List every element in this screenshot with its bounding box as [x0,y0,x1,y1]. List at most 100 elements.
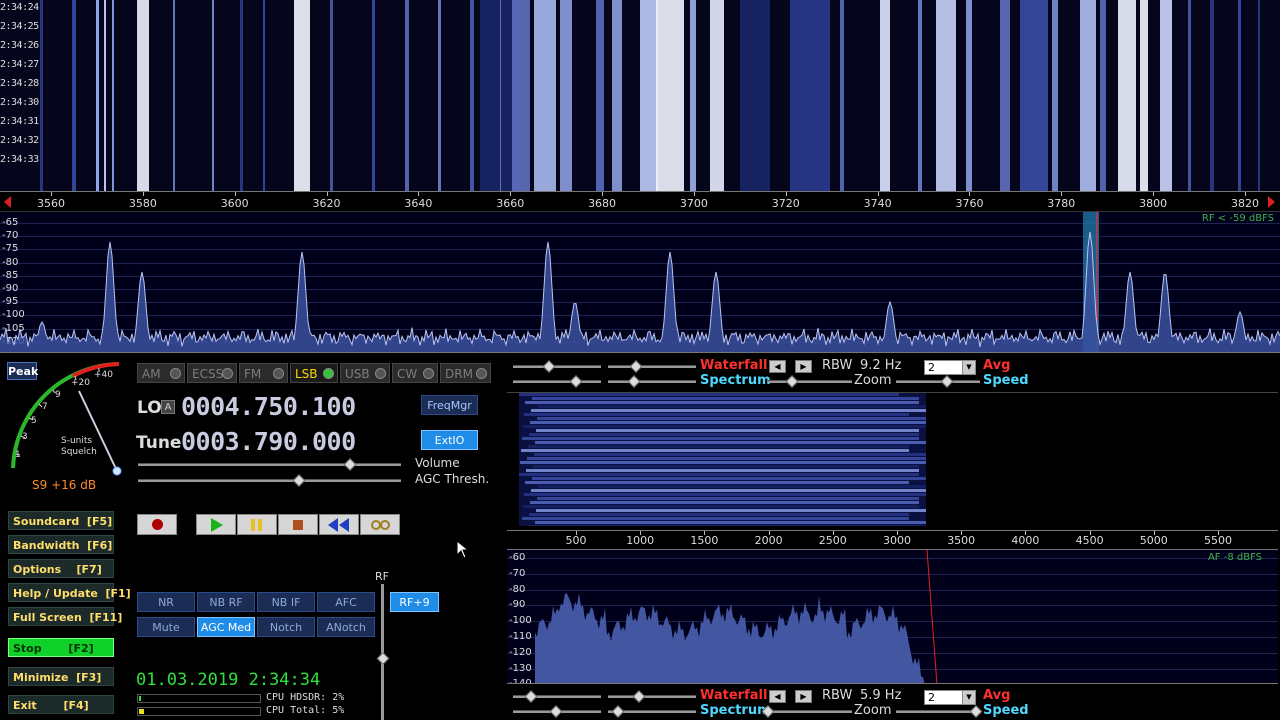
audio2-waterfall-brightness-slider[interactable] [608,695,696,698]
mode-indicator-led-icon [476,368,487,379]
volume-slider[interactable] [138,463,401,466]
rewind-button[interactable] [319,514,359,535]
waterfall-streak [438,0,441,191]
frequency-tick-mark [1245,192,1246,196]
rbw2-decrease-button[interactable]: ◀ [769,690,786,703]
mode-button-drm[interactable]: DRM [440,363,491,383]
agc-threshold-knob[interactable] [292,474,306,487]
audio-spectrum-contrast-slider[interactable] [513,380,601,383]
audio2-spectrum-brightness-knob[interactable] [611,705,625,718]
frequency-tick-mark [51,192,52,196]
waterfall-streak [560,0,572,191]
audio-spectrum[interactable]: -60 -70 -80 -90 -100 -110 -120 -130 -140 AF -8 d… [507,549,1278,684]
waterfall-streak [173,0,175,191]
rf-spectrum[interactable]: -65 -70 -75 -80 -85 -90 -95 -100 -105 -110 RF < -… [0,212,1280,353]
audio-waterfall-brightness-knob[interactable] [629,360,643,373]
audio-zoom-slider[interactable] [768,380,852,383]
help-update-button[interactable]: Help / Update [F1] [8,583,131,602]
record-button[interactable] [137,514,177,535]
audio-waterfall-contrast-knob[interactable] [542,360,556,373]
dsp-button-anotch[interactable]: ANotch [317,617,375,637]
stop-playback-button[interactable] [278,514,318,535]
rbw2-increase-button[interactable]: ▶ [795,690,812,703]
audio-waterfall-brightness-slider[interactable] [608,365,696,368]
waterfall-streak [1020,0,1048,191]
waterfall-streak [405,0,409,191]
full-screen-button[interactable]: Full Screen [F11] [8,607,122,626]
mode-indicator-led-icon [222,368,233,379]
mode-button-am[interactable]: AM [137,363,185,383]
waterfall-timestamp: 2:34:28 [0,78,39,89]
stop-button[interactable]: Stop [F2] [8,638,114,657]
bandwidth-button[interactable]: Bandwidth [F6] [8,535,114,554]
audio-avg-select[interactable]: 2 ▼ [924,360,976,375]
audio2-avg-select[interactable]: 2 ▼ [924,690,976,705]
audio-waterfall-contrast-slider[interactable] [513,365,601,368]
mode-button-ecss[interactable]: ECSS [187,363,237,383]
minimize-button[interactable]: Minimize [F3] [8,667,114,686]
mode-button-fm[interactable]: FM [239,363,288,383]
waterfall-streak [710,0,724,191]
frequency-tick-mark [693,192,695,196]
audio-zoom-knob[interactable] [785,375,799,388]
audio-spectrum-contrast-knob[interactable] [569,375,583,388]
frequency-tick-label: 3640 [404,197,433,210]
scroll-left-arrow-icon[interactable] [4,196,11,208]
rbw-decrease-button[interactable]: ◀ [769,360,786,373]
dsp-button-notch[interactable]: Notch [257,617,315,637]
audio2-waterfall-brightness-knob[interactable] [632,690,646,703]
frequency-tick-label: 3780 [1047,197,1076,210]
audio-frequency-tick-label: 4000 [1011,534,1040,547]
rbw-increase-button[interactable]: ▶ [795,360,812,373]
pause-button[interactable] [237,514,277,535]
exit-button[interactable]: Exit [F4] [8,695,114,714]
audio-waterfall[interactable] [507,392,1278,526]
play-button[interactable] [196,514,236,535]
main-waterfall[interactable]: 2:34:24 2:34:25 2:34:26 2:34:27 2:34:28 2:34:… [0,0,1280,191]
dsp-button-mute[interactable]: Mute [137,617,195,637]
mode-button-lsb[interactable]: LSB [290,363,338,383]
extio-button[interactable]: ExtIO [421,430,478,450]
audio-spectrum-trace [535,550,938,684]
dsp-button-nb-if[interactable]: NB IF [257,592,315,612]
frequency-tick-mark [1061,192,1063,196]
lo-lock-button[interactable]: A [161,400,175,414]
audio-frequency-tick-label: 3500 [947,534,976,547]
waterfall-timestamp: 2:34:26 [0,40,39,51]
soundcard-button[interactable]: Soundcard [F5] [8,511,114,530]
audio2-spectrum-contrast-knob[interactable] [549,705,563,718]
mode-button-cw[interactable]: CW [392,363,438,383]
main-frequency-axis[interactable]: 3560 3580 3600 3620 3640 3660 3680 3700 3720 3740… [0,191,1280,212]
dsp-button-agc-med[interactable]: AGC Med [197,617,255,637]
audio2-zoom-label: Zoom [854,703,892,718]
waterfall-timestamp: 2:34:31 [0,116,39,127]
audio-speed-slider[interactable] [896,380,980,383]
audio-spectrum-brightness-knob[interactable] [627,375,641,388]
lo-frequency[interactable]: 0004.750.100 [181,392,356,421]
audio-avg-label: Avg [983,358,1011,373]
audio2-speed-knob[interactable] [969,705,983,718]
frequency-tick-mark [234,192,236,196]
rf-gain-button[interactable]: RF+9 [390,592,439,612]
mode-button-usb[interactable]: USB [340,363,390,383]
af-filter-edge-marker[interactable] [926,550,938,684]
audio-speed-knob[interactable] [940,375,954,388]
tune-frequency[interactable]: 0003.790.000 [181,427,356,456]
audio2-waterfall-contrast-knob[interactable] [524,690,538,703]
audio-frequency-axis[interactable]: 500 1000 1500 2000 2500 3000 3500 4000 4500 5000 5… [507,530,1278,548]
waterfall-streak [1188,0,1191,191]
audio2-speed-slider[interactable] [896,710,980,713]
freqmgr-button[interactable]: FreqMgr [421,395,478,415]
loop-button[interactable] [360,514,400,535]
agc-threshold-slider[interactable] [138,479,401,482]
volume-slider-knob[interactable] [343,458,357,471]
dsp-button-nr[interactable]: NR [137,592,195,612]
scroll-right-arrow-icon[interactable] [1268,196,1275,208]
rf-gain-knob[interactable] [376,652,390,665]
audio2-zoom-slider[interactable] [768,710,852,713]
audio-spectrum-brightness-slider[interactable] [608,380,696,383]
options-button[interactable]: Options [F7] [8,559,114,578]
cpu-hdsdr-meter [137,694,261,703]
dsp-button-afc[interactable]: AFC [317,592,375,612]
dsp-button-nb-rf[interactable]: NB RF [197,592,255,612]
